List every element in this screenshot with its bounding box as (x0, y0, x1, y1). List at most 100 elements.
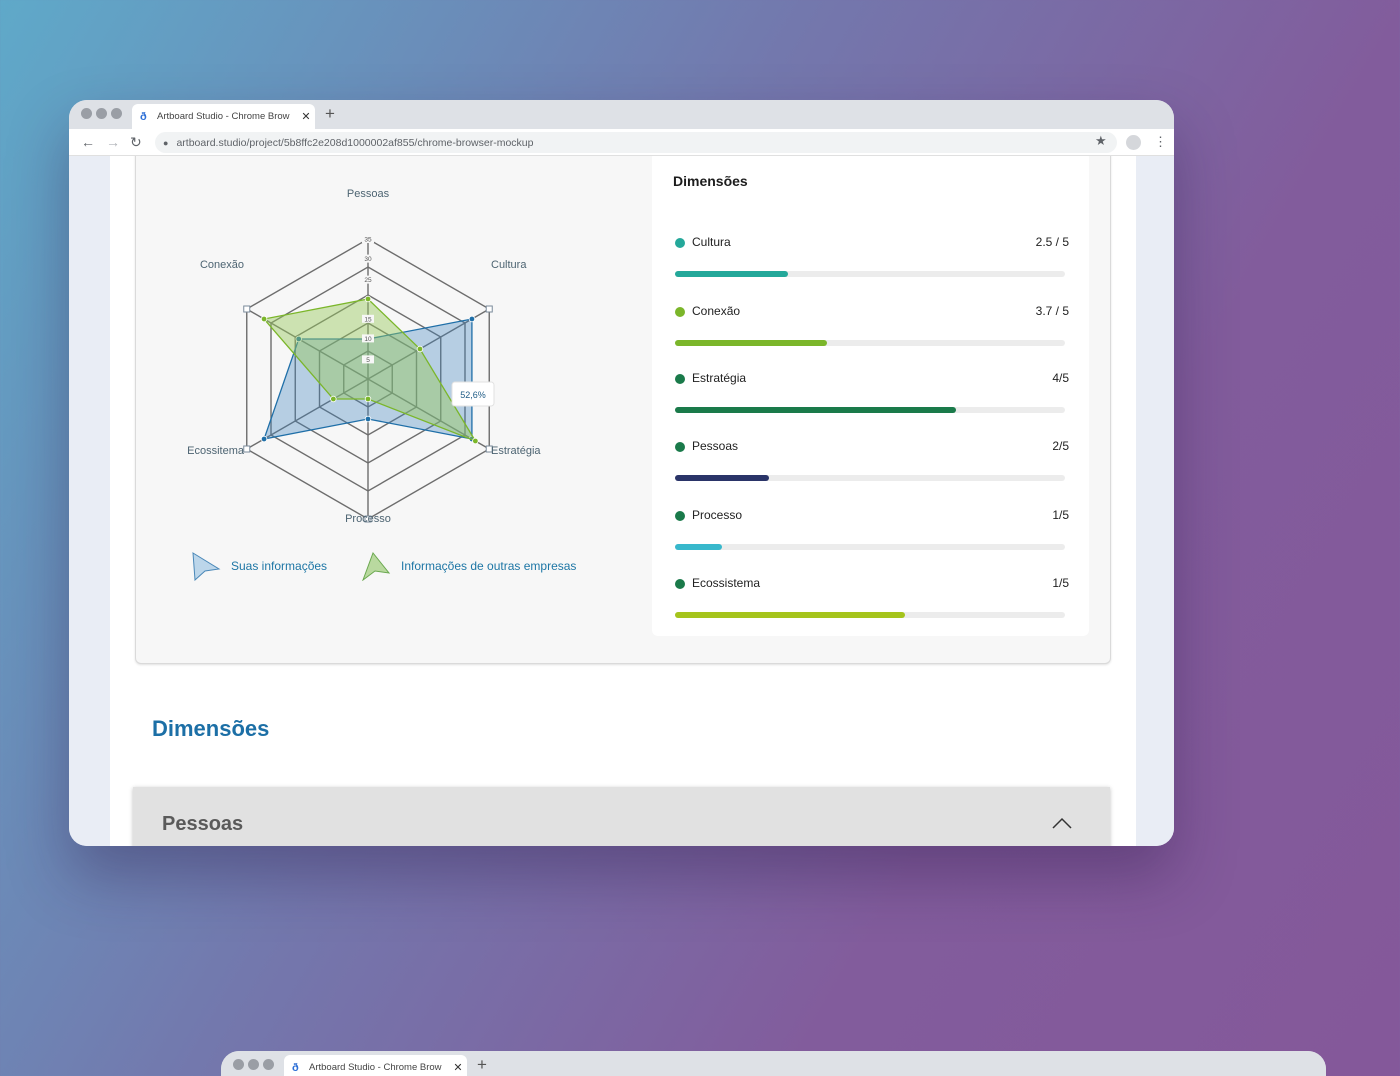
dimension-bullet (675, 374, 685, 384)
new-tab-button[interactable]: + (325, 104, 335, 124)
dimension-bullet (675, 238, 685, 248)
maximize-window-button-2[interactable] (263, 1059, 274, 1070)
axis-label-estrategia: Estratégia (491, 445, 541, 457)
tab-close-icon[interactable]: ✕ (297, 110, 315, 123)
radar-point (364, 415, 372, 423)
radar-tick-label: 35 (364, 237, 372, 244)
dimension-progress-fill (675, 340, 828, 346)
tooltip-value: 52,6% (460, 390, 486, 400)
dimension-bullet (675, 442, 685, 452)
page-content: 35 30 25 15 10 5 Pessoas Cultura Estratégia P… (110, 156, 1136, 846)
legend-others[interactable]: Informações de outras empresas (361, 551, 576, 581)
dimension-name: Processo (692, 508, 743, 522)
radar-tick-label: 25 (364, 277, 372, 284)
page-viewport: 35 30 25 15 10 5 Pessoas Cultura Estratégia P… (69, 156, 1174, 846)
axis-label-pessoas: Pessoas (347, 188, 390, 200)
lock-icon: ● (163, 137, 169, 148)
results-card: 35 30 25 15 10 5 Pessoas Cultura Estratégia P… (135, 156, 1111, 664)
address-bar: ← → ↻ ● artboard.studio/project/5b8ffc2e… (69, 129, 1174, 156)
radar-point (364, 395, 372, 403)
forward-arrow-icon[interactable]: → (106, 134, 120, 150)
dimension-bullet (675, 579, 685, 589)
dimension-progress-fill (675, 544, 722, 550)
dimension-progress-track (675, 340, 1065, 346)
artboard-logo-icon: ð (140, 110, 147, 123)
url-field[interactable]: ● artboard.studio/project/5b8ffc2e208d10… (155, 132, 1117, 153)
dimension-name: Pessoas (692, 439, 739, 453)
maximize-window-button[interactable] (111, 108, 122, 119)
dimension-name: Conexão (692, 304, 741, 318)
dimensions-panel-title: Dimensões (673, 173, 748, 189)
dimension-score: 1/5 (1052, 576, 1069, 590)
radar-tick-label: 5 (366, 357, 370, 364)
browser-window: ð Artboard Studio - Chrome Brow ✕ + ← → … (69, 100, 1174, 846)
browser-tab[interactable]: ð Artboard Studio - Chrome Brow ✕ (132, 104, 315, 129)
dimension-score: 4/5 (1052, 371, 1069, 385)
dimension-name: Estratégia (692, 371, 747, 385)
close-window-button-2[interactable] (233, 1059, 244, 1070)
dimension-score: 2.5 / 5 (1035, 235, 1069, 249)
paper-plane-green-icon (362, 551, 391, 581)
bookmark-star-icon[interactable]: ★ (1095, 133, 1107, 149)
radar-point (468, 315, 476, 323)
dimension-progress-track (675, 612, 1065, 618)
dimension-row: Processo 1/5 (675, 507, 1069, 557)
dimensions-panel: Dimensões Cultura 2.5 / 5 Conexão 3.7 / 5 Es… (652, 156, 1089, 636)
radar-chart: 35 30 25 15 10 5 Pessoas Cultura Estratégia P… (187, 188, 541, 525)
radar-point (260, 315, 268, 323)
legend-own[interactable]: Suas informações (191, 551, 327, 581)
dimension-row: Ecossistema 1/5 (675, 575, 1069, 625)
browser-tab-2[interactable]: ð Artboard Studio - Chrome Brow ✕ (284, 1055, 467, 1076)
dimension-row: Cultura 2.5 / 5 (675, 234, 1069, 284)
dimension-row: Conexão 3.7 / 5 (675, 303, 1069, 353)
dimension-progress-fill (675, 271, 789, 277)
axis-label-processo: Processo (345, 513, 391, 525)
radar-vertex-handle (243, 305, 251, 313)
radar-point (330, 395, 337, 403)
dimension-progress-fill (675, 612, 906, 618)
radar-tick-label: 15 (364, 316, 372, 323)
dimension-progress-track (675, 271, 1065, 277)
close-window-button[interactable] (81, 108, 92, 119)
profile-avatar[interactable] (1126, 135, 1141, 150)
legend-own-label: Suas informações (231, 559, 328, 573)
dimension-score: 1/5 (1052, 508, 1069, 522)
dimension-bullet (675, 307, 685, 317)
accordion-pessoas[interactable]: Pessoas (133, 787, 1110, 846)
dimension-score: 3.7 / 5 (1035, 304, 1069, 318)
reload-icon[interactable]: ↻ (130, 134, 142, 151)
accordion-title: Pessoas (162, 813, 244, 835)
dimension-progress-track (675, 544, 1065, 550)
axis-label-ecossitema: Ecossitema (187, 445, 245, 457)
dimension-name: Ecossistema (692, 576, 761, 590)
radar-point (260, 435, 268, 443)
minimize-window-button-2[interactable] (248, 1059, 259, 1070)
tooltip: 52,6% (451, 381, 495, 407)
tab-close-icon[interactable]: ✕ (449, 1061, 467, 1074)
new-tab-button-2[interactable]: + (477, 1055, 487, 1075)
radar-point (364, 295, 372, 303)
dimension-bullet (675, 511, 685, 521)
dimension-row: Pessoas 2/5 (675, 438, 1069, 488)
radar-vertex-handle (243, 445, 251, 453)
minimize-window-button[interactable] (96, 108, 107, 119)
radar-tick-label: 30 (364, 256, 372, 263)
axis-label-conexao: Conexão (200, 259, 244, 271)
radar-tick-label: 10 (364, 336, 372, 343)
back-arrow-icon[interactable]: ← (81, 134, 95, 150)
tab-bar-2: ð Artboard Studio - Chrome Brow ✕ + (221, 1051, 1326, 1076)
radar-point (416, 345, 424, 353)
artboard-logo-icon: ð (292, 1061, 299, 1074)
paper-plane-blue-icon (192, 552, 221, 581)
menu-kebab-icon[interactable]: ⋮ (1154, 134, 1167, 150)
legend-others-label: Informações de outras empresas (401, 559, 577, 573)
section-title: Dimensões (152, 716, 270, 741)
second-browser-window: ð Artboard Studio - Chrome Brow ✕ + (221, 1051, 1326, 1076)
dimension-progress-fill (675, 407, 956, 413)
axis-label-cultura: Cultura (491, 259, 527, 271)
tab-title-2: Artboard Studio - Chrome Brow (309, 1062, 442, 1073)
dimension-row: Estratégia 4/5 (675, 370, 1069, 420)
chevron-up-icon[interactable] (1052, 817, 1072, 829)
radar-vertex-handle (485, 305, 493, 313)
radar-point (472, 437, 479, 445)
